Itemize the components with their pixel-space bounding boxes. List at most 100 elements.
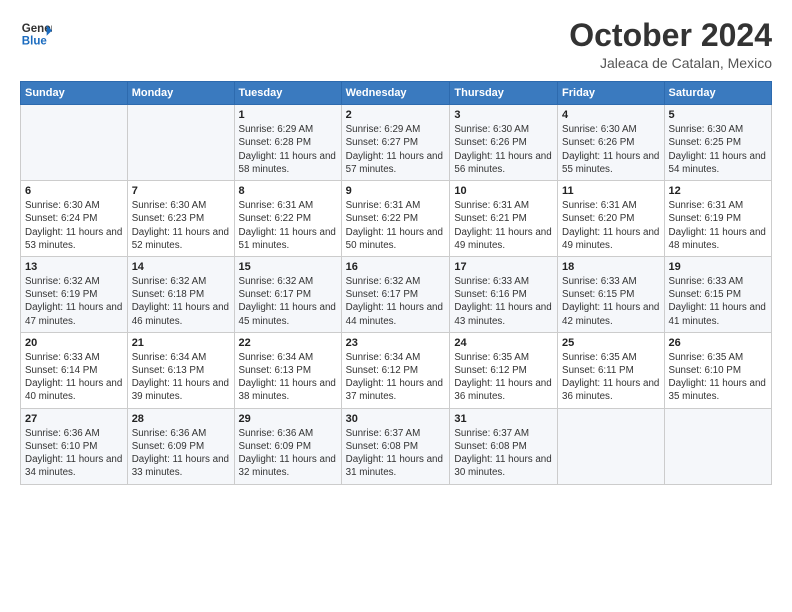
day-number: 29 — [239, 413, 337, 425]
calendar-cell: 16Sunrise: 6:32 AM Sunset: 6:17 PM Dayli… — [341, 256, 450, 332]
day-info: Sunrise: 6:30 AM Sunset: 6:26 PM Dayligh… — [454, 123, 553, 176]
day-number: 27 — [25, 413, 123, 425]
calendar-cell: 12 Sunrise: 6:31 AM Sunset: 6:19 PM Dayli… — [664, 181, 771, 257]
day-info: Sunrise: 6:29 AM Sunset: 6:27 PM Dayligh… — [346, 123, 446, 176]
day-info: Sunrise: 6:33 AM Sunset: 6:16 PM Dayligh… — [454, 275, 553, 328]
day-info: Sunrise: 6:36 AM Sunset: 6:09 PM Dayligh… — [132, 427, 230, 480]
calendar-cell: 11 Sunrise: 6:31 AM Sunset: 6:20 PM Dayli… — [558, 181, 665, 257]
day-number: 18 — [562, 261, 660, 273]
calendar-cell: 2 Sunrise: 6:29 AM Sunset: 6:27 PM Daylig… — [341, 105, 450, 181]
weekday-header: Friday — [558, 82, 665, 105]
page: General Blue October 2024 Jaleaca de Cat… — [0, 0, 792, 612]
calendar-cell: 6 Sunrise: 6:30 AM Sunset: 6:24 PM Daylig… — [21, 181, 128, 257]
day-info: Sunrise: 6:34 AM Sunset: 6:13 PM Dayligh… — [239, 351, 337, 404]
day-info: Sunrise: 6:32 AM Sunset: 6:19 PM Dayligh… — [25, 275, 123, 328]
calendar-cell: 30Sunrise: 6:37 AM Sunset: 6:08 PM Dayli… — [341, 408, 450, 484]
calendar-week-row: 13 Sunrise: 6:32 AM Sunset: 6:19 PM Dayli… — [21, 256, 772, 332]
calendar-cell: 27 Sunrise: 6:36 AM Sunset: 6:10 PM Dayli… — [21, 408, 128, 484]
calendar-cell: 17 Sunrise: 6:33 AM Sunset: 6:16 PM Dayli… — [450, 256, 558, 332]
day-info: Sunrise: 6:35 AM Sunset: 6:12 PM Dayligh… — [454, 351, 553, 404]
day-number: 5 — [669, 109, 767, 121]
day-info: Sunrise: 6:31 AM Sunset: 6:22 PM Dayligh… — [239, 199, 337, 252]
calendar-cell: 15Sunrise: 6:32 AM Sunset: 6:17 PM Dayli… — [234, 256, 341, 332]
weekday-header: Monday — [127, 82, 234, 105]
day-number: 25 — [562, 337, 660, 349]
calendar-cell: 10 Sunrise: 6:31 AM Sunset: 6:21 PM Dayli… — [450, 181, 558, 257]
calendar-week-row: 20 Sunrise: 6:33 AM Sunset: 6:14 PM Dayli… — [21, 332, 772, 408]
day-number: 11 — [562, 185, 660, 197]
calendar-cell: 9Sunrise: 6:31 AM Sunset: 6:22 PM Daylig… — [341, 181, 450, 257]
day-number: 23 — [346, 337, 446, 349]
day-info: Sunrise: 6:31 AM Sunset: 6:21 PM Dayligh… — [454, 199, 553, 252]
weekday-header: Thursday — [450, 82, 558, 105]
title-block: October 2024 Jaleaca de Catalan, Mexico — [569, 18, 772, 71]
calendar-cell: 18Sunrise: 6:33 AM Sunset: 6:15 PM Dayli… — [558, 256, 665, 332]
sub-title: Jaleaca de Catalan, Mexico — [569, 55, 772, 71]
day-number: 13 — [25, 261, 123, 273]
calendar-week-row: 6 Sunrise: 6:30 AM Sunset: 6:24 PM Daylig… — [21, 181, 772, 257]
calendar-cell: 28 Sunrise: 6:36 AM Sunset: 6:09 PM Dayli… — [127, 408, 234, 484]
day-info: Sunrise: 6:33 AM Sunset: 6:15 PM Dayligh… — [669, 275, 767, 328]
calendar-week-row: 27 Sunrise: 6:36 AM Sunset: 6:10 PM Dayli… — [21, 408, 772, 484]
day-number: 16 — [346, 261, 446, 273]
day-info: Sunrise: 6:30 AM Sunset: 6:24 PM Dayligh… — [25, 199, 123, 252]
day-number: 24 — [454, 337, 553, 349]
main-title: October 2024 — [569, 18, 772, 53]
weekday-header: Wednesday — [341, 82, 450, 105]
calendar-cell — [558, 408, 665, 484]
day-info: Sunrise: 6:32 AM Sunset: 6:18 PM Dayligh… — [132, 275, 230, 328]
day-number: 14 — [132, 261, 230, 273]
day-number: 19 — [669, 261, 767, 273]
day-number: 1 — [239, 109, 337, 121]
day-number: 6 — [25, 185, 123, 197]
day-number: 4 — [562, 109, 660, 121]
calendar-cell — [21, 105, 128, 181]
day-number: 2 — [346, 109, 446, 121]
calendar-cell: 8 Sunrise: 6:31 AM Sunset: 6:22 PM Daylig… — [234, 181, 341, 257]
day-number: 28 — [132, 413, 230, 425]
calendar-cell: 31Sunrise: 6:37 AM Sunset: 6:08 PM Dayli… — [450, 408, 558, 484]
weekday-header: Tuesday — [234, 82, 341, 105]
day-number: 3 — [454, 109, 553, 121]
day-number: 10 — [454, 185, 553, 197]
calendar-cell: 13 Sunrise: 6:32 AM Sunset: 6:19 PM Dayli… — [21, 256, 128, 332]
day-number: 12 — [669, 185, 767, 197]
day-number: 17 — [454, 261, 553, 273]
day-info: Sunrise: 6:36 AM Sunset: 6:10 PM Dayligh… — [25, 427, 123, 480]
calendar-cell — [664, 408, 771, 484]
svg-text:Blue: Blue — [22, 36, 48, 48]
day-info: Sunrise: 6:31 AM Sunset: 6:19 PM Dayligh… — [669, 199, 767, 252]
day-info: Sunrise: 6:29 AM Sunset: 6:28 PM Dayligh… — [239, 123, 337, 176]
day-info: Sunrise: 6:34 AM Sunset: 6:13 PM Dayligh… — [132, 351, 230, 404]
calendar-cell: 7Sunrise: 6:30 AM Sunset: 6:23 PM Daylig… — [127, 181, 234, 257]
day-number: 26 — [669, 337, 767, 349]
calendar: SundayMondayTuesdayWednesdayThursdayFrid… — [20, 81, 772, 484]
calendar-cell: 5 Sunrise: 6:30 AM Sunset: 6:25 PM Daylig… — [664, 105, 771, 181]
day-info: Sunrise: 6:37 AM Sunset: 6:08 PM Dayligh… — [454, 427, 553, 480]
day-info: Sunrise: 6:30 AM Sunset: 6:26 PM Dayligh… — [562, 123, 660, 176]
day-number: 21 — [132, 337, 230, 349]
weekday-header: Saturday — [664, 82, 771, 105]
logo-icon: General Blue — [20, 18, 52, 50]
day-number: 7 — [132, 185, 230, 197]
calendar-cell: 1 Sunrise: 6:29 AM Sunset: 6:28 PM Daylig… — [234, 105, 341, 181]
calendar-cell: 4 Sunrise: 6:30 AM Sunset: 6:26 PM Daylig… — [558, 105, 665, 181]
day-info: Sunrise: 6:30 AM Sunset: 6:25 PM Dayligh… — [669, 123, 767, 176]
day-info: Sunrise: 6:35 AM Sunset: 6:11 PM Dayligh… — [562, 351, 660, 404]
calendar-cell: 19 Sunrise: 6:33 AM Sunset: 6:15 PM Dayli… — [664, 256, 771, 332]
logo: General Blue — [20, 18, 52, 50]
day-info: Sunrise: 6:36 AM Sunset: 6:09 PM Dayligh… — [239, 427, 337, 480]
calendar-header-row: SundayMondayTuesdayWednesdayThursdayFrid… — [21, 82, 772, 105]
calendar-cell: 3 Sunrise: 6:30 AM Sunset: 6:26 PM Daylig… — [450, 105, 558, 181]
calendar-cell: 23Sunrise: 6:34 AM Sunset: 6:12 PM Dayli… — [341, 332, 450, 408]
day-number: 22 — [239, 337, 337, 349]
day-info: Sunrise: 6:31 AM Sunset: 6:20 PM Dayligh… — [562, 199, 660, 252]
calendar-cell: 20 Sunrise: 6:33 AM Sunset: 6:14 PM Dayli… — [21, 332, 128, 408]
calendar-cell: 24 Sunrise: 6:35 AM Sunset: 6:12 PM Dayli… — [450, 332, 558, 408]
day-info: Sunrise: 6:33 AM Sunset: 6:14 PM Dayligh… — [25, 351, 123, 404]
day-number: 8 — [239, 185, 337, 197]
day-number: 20 — [25, 337, 123, 349]
day-info: Sunrise: 6:32 AM Sunset: 6:17 PM Dayligh… — [239, 275, 337, 328]
calendar-cell — [127, 105, 234, 181]
calendar-cell: 29 Sunrise: 6:36 AM Sunset: 6:09 PM Dayli… — [234, 408, 341, 484]
